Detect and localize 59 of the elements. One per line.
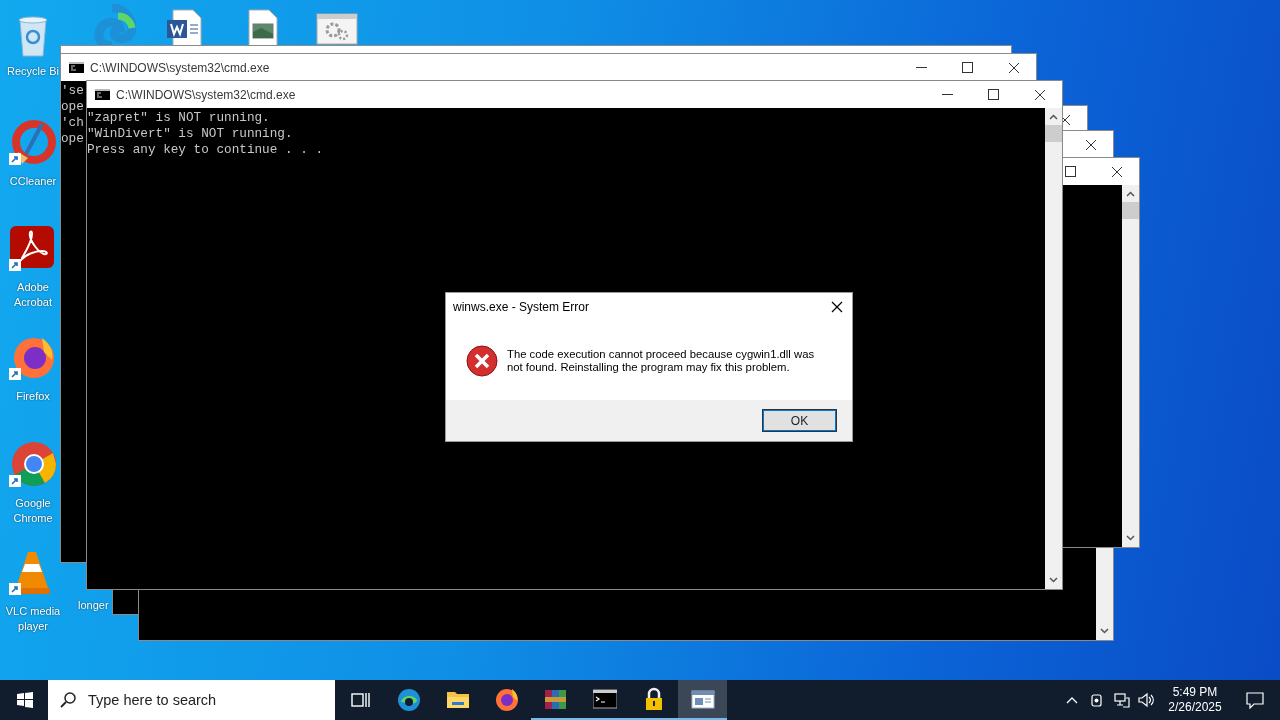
scroll-up-icon[interactable] bbox=[1125, 190, 1136, 199]
taskbar-button[interactable] bbox=[678, 680, 727, 720]
window-title: C:\WINDOWS\system32\cmd.exe bbox=[90, 59, 270, 77]
windows-logo-icon bbox=[16, 692, 33, 708]
chrome-icon bbox=[8, 440, 58, 488]
console-icon bbox=[95, 89, 110, 100]
close-icon[interactable] bbox=[831, 301, 843, 313]
close-icon[interactable] bbox=[1110, 166, 1122, 177]
clock-date[interactable]: 2/26/2025 bbox=[1160, 700, 1230, 715]
chevron-up-icon[interactable] bbox=[1066, 696, 1078, 704]
icon-label: Adobe Acrobat bbox=[13, 280, 53, 310]
icon-label: VLC media player bbox=[4, 604, 62, 634]
window-icon bbox=[690, 688, 715, 710]
books-icon bbox=[543, 687, 568, 711]
ok-button[interactable]: OK bbox=[762, 409, 837, 432]
scroll-bar[interactable] bbox=[1045, 108, 1062, 589]
close-icon[interactable] bbox=[1084, 139, 1096, 150]
scroll-thumb[interactable] bbox=[1122, 202, 1139, 219]
firefox-icon bbox=[494, 688, 519, 712]
task-view-icon bbox=[349, 690, 370, 710]
maximize-icon[interactable] bbox=[961, 62, 973, 73]
console-icon bbox=[592, 688, 617, 710]
maximize-icon[interactable] bbox=[1064, 166, 1076, 177]
scroll-down-icon[interactable] bbox=[1048, 575, 1059, 584]
close-icon[interactable] bbox=[1033, 89, 1045, 100]
console-icon bbox=[69, 62, 84, 73]
icon-label: Recycle Bi bbox=[7, 64, 59, 79]
icon-label: Google Chrome bbox=[12, 496, 54, 526]
error-icon bbox=[466, 345, 498, 377]
scroll-down-icon[interactable] bbox=[1125, 533, 1136, 542]
icon-label: CCleaner bbox=[9, 174, 57, 189]
window-title: C:\WINDOWS\system32\cmd.exe bbox=[116, 86, 296, 104]
network-icon[interactable] bbox=[1114, 692, 1130, 708]
edge-icon bbox=[396, 688, 421, 712]
console-line: 'se bbox=[61, 83, 84, 99]
console-line: "zapret" is NOT running. bbox=[87, 110, 270, 126]
console-line: ope bbox=[61, 99, 84, 115]
ccleaner-icon bbox=[8, 118, 58, 166]
notification-icon[interactable] bbox=[1246, 691, 1264, 709]
scroll-up-icon[interactable] bbox=[1048, 113, 1059, 122]
scroll-bar[interactable] bbox=[1122, 185, 1139, 547]
icon-label: Firefox bbox=[16, 389, 50, 404]
console-line: ope bbox=[61, 131, 84, 147]
volume-icon[interactable] bbox=[1138, 692, 1156, 708]
search-box[interactable]: Type here to search bbox=[48, 680, 335, 720]
error-message: The code execution cannot proceed because cygwin1.dll was not found. Reinstalling the program may fix this problem. bbox=[507, 348, 816, 374]
search-field[interactable]: Type here to search bbox=[86, 681, 306, 719]
clock-time[interactable]: 5:49 PM bbox=[1160, 685, 1230, 700]
scroll-down-icon[interactable] bbox=[1099, 626, 1110, 635]
camera-icon[interactable] bbox=[1090, 692, 1104, 708]
icon-label: longer bbox=[78, 598, 109, 613]
console-line: 'ch bbox=[61, 115, 84, 131]
console-line: "WinDivert" is NOT running. bbox=[87, 126, 293, 142]
console-line: Press any key to continue . . . bbox=[87, 142, 324, 158]
scroll-thumb[interactable] bbox=[1045, 125, 1062, 142]
search-icon bbox=[60, 692, 76, 708]
maximize-icon[interactable] bbox=[987, 89, 999, 100]
dialog-title: winws.exe - System Error bbox=[453, 299, 590, 316]
close-icon[interactable] bbox=[1007, 62, 1019, 73]
